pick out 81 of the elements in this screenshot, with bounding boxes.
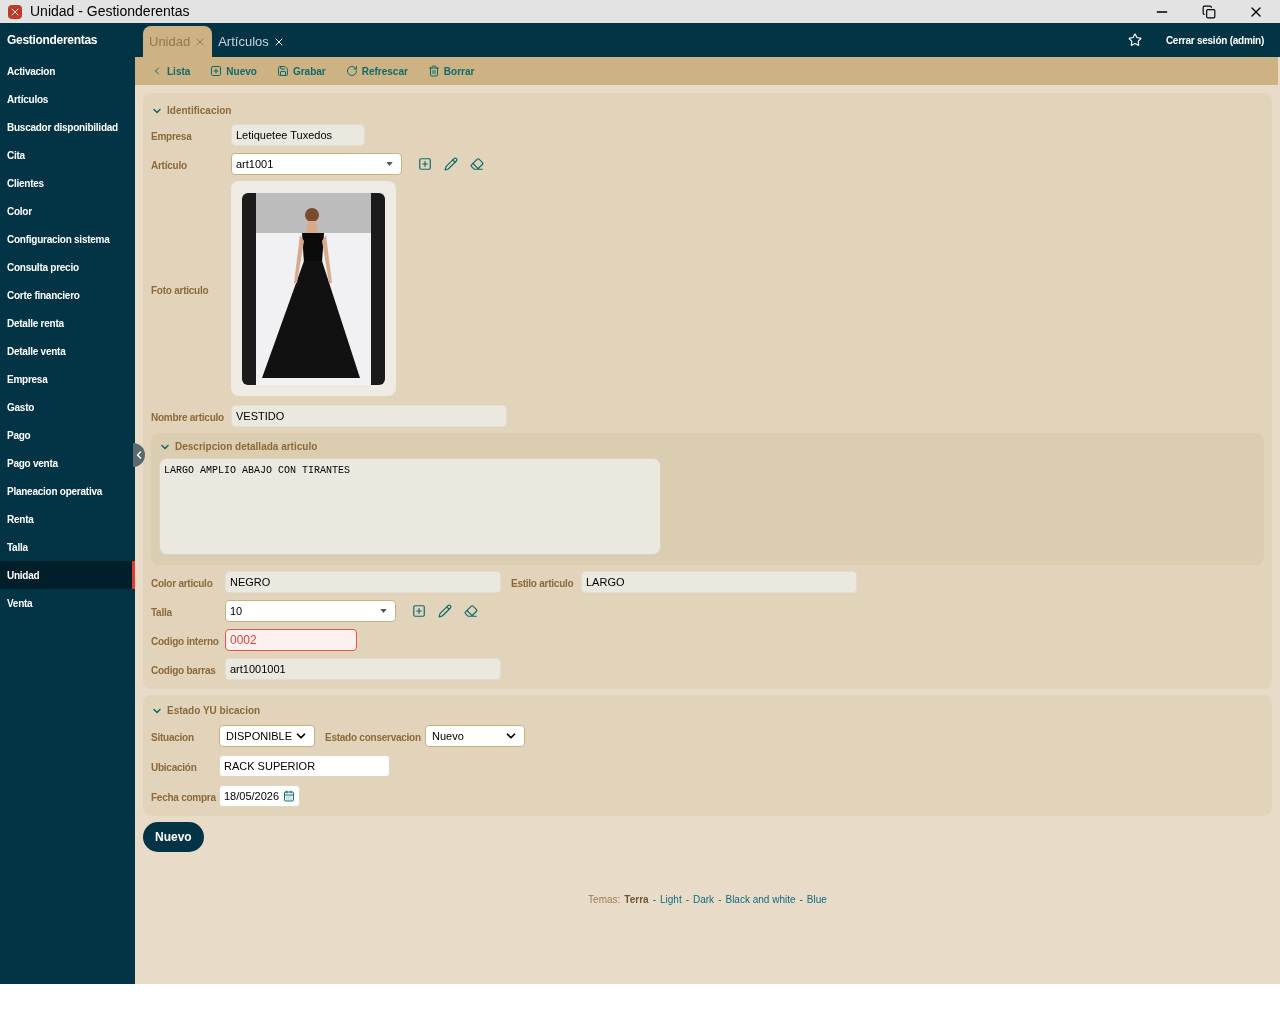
collapse-handle[interactable] — [133, 443, 145, 467]
sidebar-item[interactable]: Activacion — [0, 57, 135, 85]
sidebar-item[interactable]: Pago venta — [0, 449, 135, 477]
readonly-field[interactable]: art1001001 — [225, 658, 501, 680]
save-icon — [276, 65, 289, 77]
field-label: Estilo articulo — [511, 578, 574, 589]
theme-link[interactable]: Blue — [806, 892, 827, 907]
combo-field[interactable]: art1001 — [231, 153, 402, 175]
select-field[interactable]: DISPONIBLE — [219, 725, 315, 747]
section-title: Descripcion detallada articulo — [175, 440, 318, 454]
separator: - — [718, 893, 722, 907]
sidebar-item[interactable]: Pago — [0, 421, 135, 449]
sidebar-item[interactable]: Renta — [0, 505, 135, 533]
sidebar-item[interactable]: Detalle venta — [0, 337, 135, 365]
readonly-field[interactable]: VESTIDO — [231, 405, 507, 427]
sidebar-item[interactable]: Consulta precio — [0, 253, 135, 281]
calendar-icon[interactable] — [283, 790, 295, 802]
select-field[interactable]: Nuevo — [425, 725, 525, 747]
combo-field[interactable]: 10 — [225, 600, 396, 622]
field-label: Ubicación — [151, 762, 197, 773]
refresh-icon — [345, 65, 358, 77]
restore-icon[interactable] — [1202, 4, 1216, 19]
theme-link[interactable]: Light — [659, 892, 682, 907]
description-textarea[interactable]: LARGO AMPLIO ABAJO CON TIRANTES — [159, 458, 661, 555]
sidebar-item[interactable]: Color — [0, 197, 135, 225]
add-button[interactable] — [418, 157, 432, 171]
sidebar-item[interactable]: Planeacion operativa — [0, 477, 135, 505]
themes-label: Temas: — [588, 893, 621, 907]
window-title: Unidad - Gestionderentas — [30, 2, 190, 21]
theme-link[interactable]: Terra — [624, 892, 649, 907]
sidebar-item[interactable]: Gasto — [0, 393, 135, 421]
trash-icon — [427, 65, 440, 77]
brand-title: Gestionderentas — [7, 32, 98, 49]
logout-link[interactable]: Cerrar sesión (admin) — [1165, 32, 1264, 48]
field-label: Estado conservacion — [325, 732, 421, 743]
field-label: Empresa — [151, 131, 192, 142]
edit-button[interactable] — [438, 604, 452, 618]
date-field[interactable]: 18/05/2026 — [219, 785, 300, 807]
app-logo-icon — [8, 4, 22, 19]
field-label: Foto articulo — [151, 284, 209, 296]
dropdown-icon — [380, 609, 387, 613]
sidebar-item[interactable]: Empresa — [0, 365, 135, 393]
eraser-button[interactable] — [470, 157, 484, 171]
sidebar-item[interactable]: Corte financiero — [0, 281, 135, 309]
tab[interactable]: Artículos — [212, 26, 291, 57]
field-label: Codigo interno — [151, 636, 219, 647]
star-button[interactable] — [1127, 33, 1142, 47]
sidebar-item[interactable]: Configuracion sistema — [0, 225, 135, 253]
field-label: Nombre articulo — [151, 412, 224, 423]
field-label: Color articulo — [151, 578, 213, 589]
separator: - — [685, 893, 689, 907]
add-button[interactable] — [412, 604, 426, 618]
field-label: Fecha compra — [151, 792, 216, 803]
readonly-field[interactable]: NEGRO — [225, 571, 501, 593]
field-label: Situacion — [151, 732, 194, 743]
sidebar-item[interactable]: Detalle renta — [0, 309, 135, 337]
text-field[interactable]: RACK SUPERIOR — [219, 755, 390, 777]
sidebar-item[interactable]: Buscador disponibilidad — [0, 113, 135, 141]
sidebar-item[interactable]: Venta — [0, 589, 135, 617]
field-label: Codigo barras — [151, 665, 216, 676]
readonly-field[interactable]: LARGO — [581, 571, 857, 593]
section-title: Identificacion — [167, 104, 232, 118]
field-label: Artículo — [151, 160, 187, 171]
add-icon — [210, 65, 223, 77]
dropdown-icon — [386, 162, 393, 166]
theme-link[interactable]: Dark — [693, 892, 715, 907]
eraser-button[interactable] — [464, 604, 478, 618]
new-button[interactable]: Nuevo — [143, 822, 204, 852]
sidebar-item[interactable]: Talla — [0, 533, 135, 561]
readonly-field[interactable]: Letiquetee Tuxedos — [231, 124, 365, 146]
section-title: Estado YU bicacion — [167, 704, 261, 718]
code-field[interactable]: 0002 — [225, 629, 357, 651]
separator: - — [799, 893, 803, 907]
edit-button[interactable] — [444, 157, 458, 171]
field-label: Talla — [151, 607, 172, 618]
separator: - — [652, 893, 656, 907]
sidebar-item[interactable]: Artículos — [0, 85, 135, 113]
theme-link[interactable]: Black and white — [725, 892, 796, 907]
sidebar-item[interactable]: Unidad — [0, 561, 135, 589]
sidebar-item[interactable]: Clientes — [0, 169, 135, 197]
sidebar-item[interactable]: Cita — [0, 141, 135, 169]
